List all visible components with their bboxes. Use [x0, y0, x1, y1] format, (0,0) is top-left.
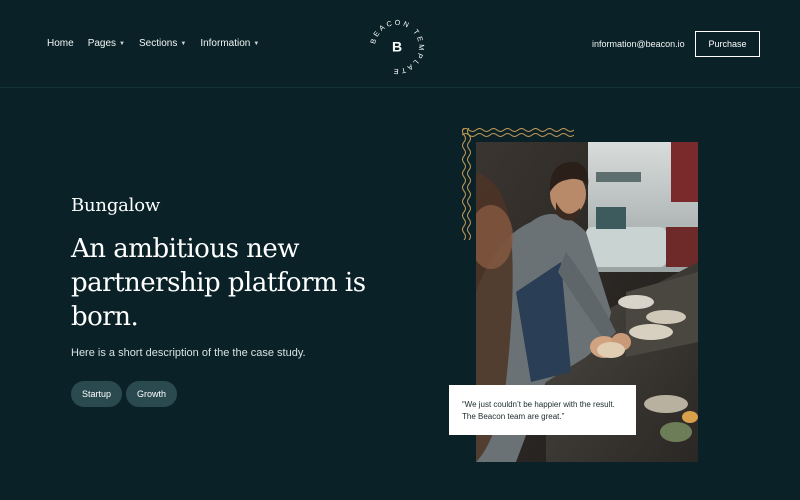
- nav-sections-label: Sections: [139, 38, 178, 49]
- site-header: Home Pages ▼ Sections ▼ Information ▼ BE…: [0, 0, 800, 88]
- chevron-down-icon: ▼: [180, 40, 187, 47]
- nav-sections[interactable]: Sections ▼: [139, 38, 186, 49]
- nav-pages[interactable]: Pages ▼: [88, 38, 125, 49]
- contact-email[interactable]: information@beacon.io: [592, 39, 685, 49]
- chevron-down-icon: ▼: [253, 40, 260, 47]
- case-study-client: Bungalow: [71, 195, 161, 216]
- nav-home-label: Home: [47, 38, 74, 49]
- hero-headline: An ambitious new partnership platform is…: [71, 234, 366, 332]
- nav-information[interactable]: Information ▼: [200, 38, 259, 49]
- purchase-button[interactable]: Purchase: [695, 31, 760, 57]
- nav-home[interactable]: Home: [47, 38, 74, 49]
- beacon-logo-icon[interactable]: BEACON TEMPLATE B: [366, 16, 428, 78]
- tag-startup[interactable]: Startup: [71, 381, 123, 407]
- main-nav: Home Pages ▼ Sections ▼ Information ▼: [47, 38, 273, 49]
- chevron-down-icon: ▼: [119, 40, 125, 47]
- nav-pages-label: Pages: [87, 38, 117, 49]
- tag-list: Startup Growth: [71, 381, 178, 407]
- nav-information-label: Information: [200, 38, 251, 49]
- page: Home Pages ▼ Sections ▼ Information ▼ BE…: [0, 0, 800, 500]
- hero-description: Here is a short description of the the c…: [71, 347, 306, 359]
- logo-letter: B: [392, 39, 402, 55]
- testimonial-quote: “We just couldn’t be happier with the re…: [449, 385, 636, 435]
- tag-growth[interactable]: Growth: [126, 381, 178, 407]
